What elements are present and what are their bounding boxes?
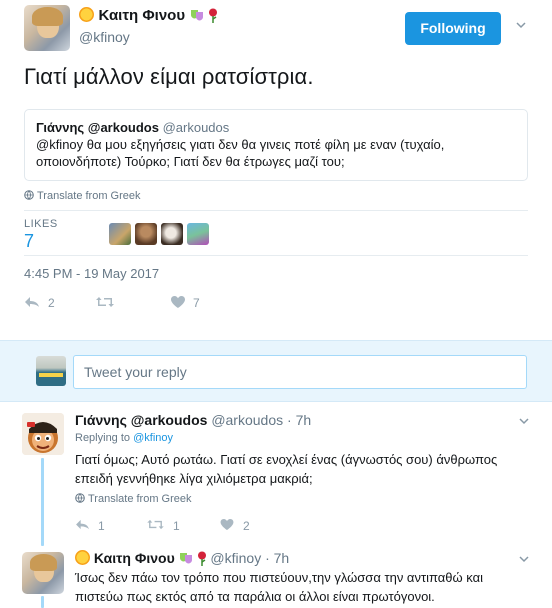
liker-avatar[interactable] [109, 223, 131, 245]
quoted-author-name: Γιάννης @arkoudos [36, 120, 159, 135]
quoted-author-handle: @arkoudos [162, 120, 230, 135]
replying-to: Replying to @kfinoy [75, 432, 173, 444]
like-count: 2 [243, 519, 250, 533]
tweet-timestamp[interactable]: 4:45 PM - 19 May 2017 [24, 266, 159, 281]
translate-label[interactable]: Translate from Greek [37, 190, 141, 202]
globe-icon [24, 190, 34, 200]
divider [24, 210, 528, 211]
thread-line [41, 596, 44, 608]
translate-label[interactable]: Translate from Greek [88, 493, 192, 505]
replying-to-handle[interactable]: @kfinoy [133, 432, 173, 444]
reply-header[interactable]: Καιτη Φινου @kfinoy · 7h [75, 550, 289, 566]
liker-avatar[interactable] [135, 223, 157, 245]
reply-icon[interactable] [75, 519, 90, 530]
likes-count[interactable]: 7 [24, 231, 34, 252]
rose-emoji-icon [208, 8, 217, 23]
translate-link[interactable]: Translate from Greek [75, 493, 192, 505]
reply-author-handle[interactable]: @arkoudos [211, 412, 283, 428]
reply-count: 2 [48, 296, 55, 310]
reply-time[interactable]: · 7h [265, 550, 289, 566]
theater-masks-emoji-icon [190, 10, 203, 21]
reply-header[interactable]: Γιάννης @arkoudos @arkoudos · 7h [75, 412, 311, 428]
reply-icon[interactable] [24, 296, 40, 308]
retweet-icon[interactable] [96, 296, 114, 308]
reply-author-name[interactable]: Γιάννης @arkoudos [75, 412, 207, 428]
quoted-tweet[interactable]: Γιάννης @arkoudos @arkoudos @kfinoy θα μ… [24, 109, 528, 181]
reply-text-line-2: επειδή γεννήθηκε λίγα χιλιόμετρα μακριά; [75, 471, 313, 486]
thread-line [41, 458, 44, 546]
reply-author-name[interactable]: Καιτη Φινου [94, 550, 175, 566]
tweet-text: Γιατί μάλλον είμαι ρατσίστρια. [24, 64, 314, 89]
sun-emoji-icon [75, 550, 90, 565]
liker-avatar[interactable] [161, 223, 183, 245]
quoted-tweet-text-line-1: @kfinoy θα μου εξηγήσεις γιατι δεν θα γι… [36, 137, 445, 152]
reply-input[interactable]: Tweet your reply [73, 355, 527, 389]
retweet-count: 1 [173, 519, 180, 533]
chevron-down-icon[interactable] [519, 554, 529, 564]
reply-time[interactable]: · 7h [287, 412, 311, 428]
current-user-avatar[interactable] [36, 356, 66, 386]
quoted-tweet-text-line-2: οποιονδήποτε) Τούρκο; Γιατί δεν θα έτρωγ… [36, 154, 345, 169]
liker-avatar[interactable] [187, 223, 209, 245]
reply-count: 1 [98, 519, 105, 533]
translate-link[interactable]: Translate from Greek [24, 190, 141, 202]
divider [24, 255, 528, 256]
following-button[interactable]: Following [405, 12, 501, 45]
reply-text-line-2: πιστεύω πως εκτός από τα παράλια οι άλλο… [75, 589, 435, 604]
heart-icon[interactable] [220, 519, 234, 530]
reply-text: Ίσως δεν πάω τον τρόπο που πιστεύουν,την… [75, 568, 483, 606]
chevron-down-icon[interactable] [516, 20, 526, 30]
rose-emoji-icon [197, 551, 206, 566]
heart-icon[interactable] [171, 296, 185, 308]
reply-author-handle[interactable]: @kfinoy [210, 550, 261, 566]
chevron-down-icon[interactable] [519, 416, 529, 426]
avatar-illustration [22, 413, 64, 455]
author-name[interactable]: Καιτη Φινου [98, 7, 185, 24]
sun-emoji-icon [79, 7, 94, 22]
author-name-row[interactable]: Καιτη Φινου [79, 7, 218, 25]
author-avatar[interactable] [24, 5, 70, 51]
reply-text-line-1: Γιατί όμως; Αυτό ρωτάω. Γιατί σε ενοχλεί… [75, 452, 498, 467]
retweet-icon[interactable] [147, 519, 164, 530]
quoted-tweet-header: Γιάννης @arkoudos @arkoudos [36, 119, 516, 136]
likes-label: LIKES [24, 218, 58, 230]
reply-text-line-1: Ίσως δεν πάω τον τρόπο που πιστεύουν,την… [75, 570, 484, 585]
reply-author-avatar[interactable] [22, 413, 64, 455]
avatar-stripe [39, 373, 63, 377]
author-handle[interactable]: @kfinoy [79, 29, 130, 45]
reply-author-avatar[interactable] [22, 552, 64, 594]
globe-icon [75, 493, 85, 503]
like-count: 7 [193, 296, 200, 310]
replying-to-prefix: Replying to [75, 432, 131, 444]
theater-masks-emoji-icon [179, 553, 192, 564]
reply-text: Γιατί όμως; Αυτό ρωτάω. Γιατί σε ενοχλεί… [75, 450, 497, 488]
